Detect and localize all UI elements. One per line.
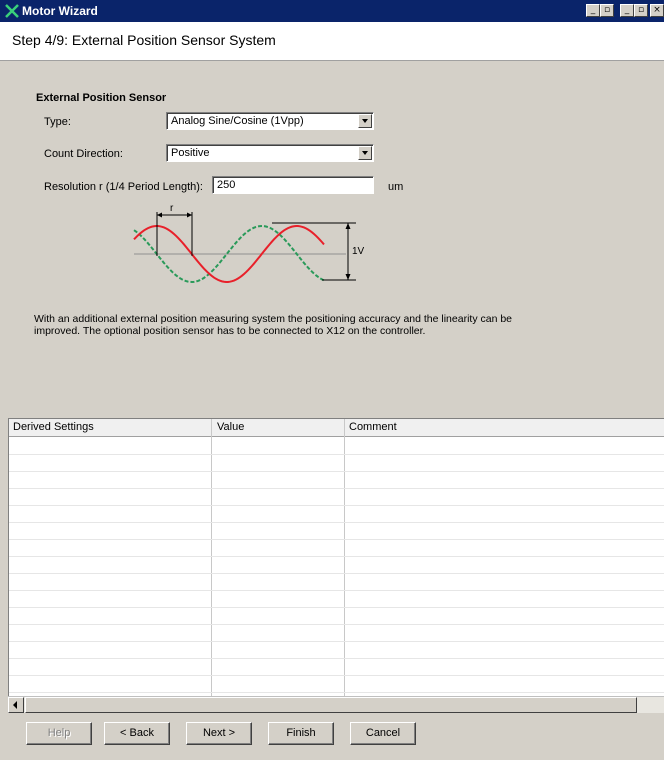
- table-row[interactable]: [9, 556, 664, 557]
- table-row[interactable]: [9, 607, 664, 608]
- table-row[interactable]: [9, 641, 664, 642]
- window-title: Motor Wizard: [22, 4, 98, 18]
- table-row[interactable]: [9, 471, 664, 472]
- scrollbar-thumb[interactable]: [25, 697, 637, 713]
- close-icon[interactable]: ×: [650, 4, 664, 17]
- table-row[interactable]: [9, 573, 664, 574]
- next-button[interactable]: Next >: [186, 722, 252, 745]
- table-row[interactable]: [9, 624, 664, 625]
- resolution-unit: um: [388, 181, 404, 193]
- resolution-input[interactable]: 250: [212, 176, 374, 194]
- scroll-left-icon[interactable]: [8, 697, 24, 713]
- help-button[interactable]: Help: [26, 722, 92, 745]
- table-row[interactable]: [9, 488, 664, 489]
- app-logo-icon: [5, 4, 19, 18]
- cancel-button[interactable]: Cancel: [350, 722, 416, 745]
- table-row[interactable]: [9, 454, 664, 455]
- table-row[interactable]: [9, 590, 664, 591]
- restore-icon-2[interactable]: ▫: [634, 4, 648, 17]
- title-bar: Motor Wizard _ ▫ _ ▫ ×: [0, 0, 664, 22]
- type-label: Type:: [44, 116, 71, 128]
- table-row[interactable]: [9, 522, 664, 523]
- sine-cosine-diagram: r 1V: [133, 204, 364, 284]
- column-header-derived-settings[interactable]: Derived Settings: [13, 421, 94, 433]
- count-direction-select[interactable]: Positive: [166, 144, 374, 162]
- minimize-icon-2[interactable]: _: [620, 4, 634, 17]
- column-header-value[interactable]: Value: [217, 421, 244, 433]
- resolution-label: Resolution r (1/4 Period Length):: [44, 181, 203, 193]
- horizontal-scrollbar[interactable]: [8, 696, 664, 713]
- table-header: Derived Settings Value Comment: [9, 419, 664, 437]
- finish-button[interactable]: Finish: [268, 722, 334, 745]
- table-row[interactable]: [9, 675, 664, 676]
- table-row[interactable]: [9, 505, 664, 506]
- count-direction-value: Positive: [171, 147, 210, 159]
- column-header-comment[interactable]: Comment: [349, 421, 397, 433]
- step-header: Step 4/9: External Position Sensor Syste…: [0, 22, 664, 61]
- table-row[interactable]: [9, 658, 664, 659]
- table-row[interactable]: [9, 692, 664, 693]
- derived-settings-table[interactable]: Derived Settings Value Comment: [8, 418, 664, 711]
- column-divider[interactable]: [211, 419, 212, 711]
- restore-icon[interactable]: ▫: [600, 4, 614, 17]
- column-divider[interactable]: [344, 419, 345, 711]
- chevron-down-icon[interactable]: [358, 114, 372, 128]
- table-row[interactable]: [9, 539, 664, 540]
- type-select[interactable]: Analog Sine/Cosine (1Vpp): [166, 112, 374, 130]
- minimize-icon[interactable]: _: [586, 4, 600, 17]
- chevron-down-icon[interactable]: [358, 146, 372, 160]
- description-text: With an additional external position mea…: [34, 313, 513, 337]
- section-title: External Position Sensor: [36, 92, 167, 104]
- count-direction-label: Count Direction:: [44, 148, 123, 160]
- back-button[interactable]: < Back: [104, 722, 170, 745]
- page-title: Step 4/9: External Position Sensor Syste…: [12, 32, 276, 48]
- amplitude-label: 1V: [352, 246, 364, 257]
- r-label: r: [170, 204, 174, 214]
- type-select-value: Analog Sine/Cosine (1Vpp): [171, 115, 304, 127]
